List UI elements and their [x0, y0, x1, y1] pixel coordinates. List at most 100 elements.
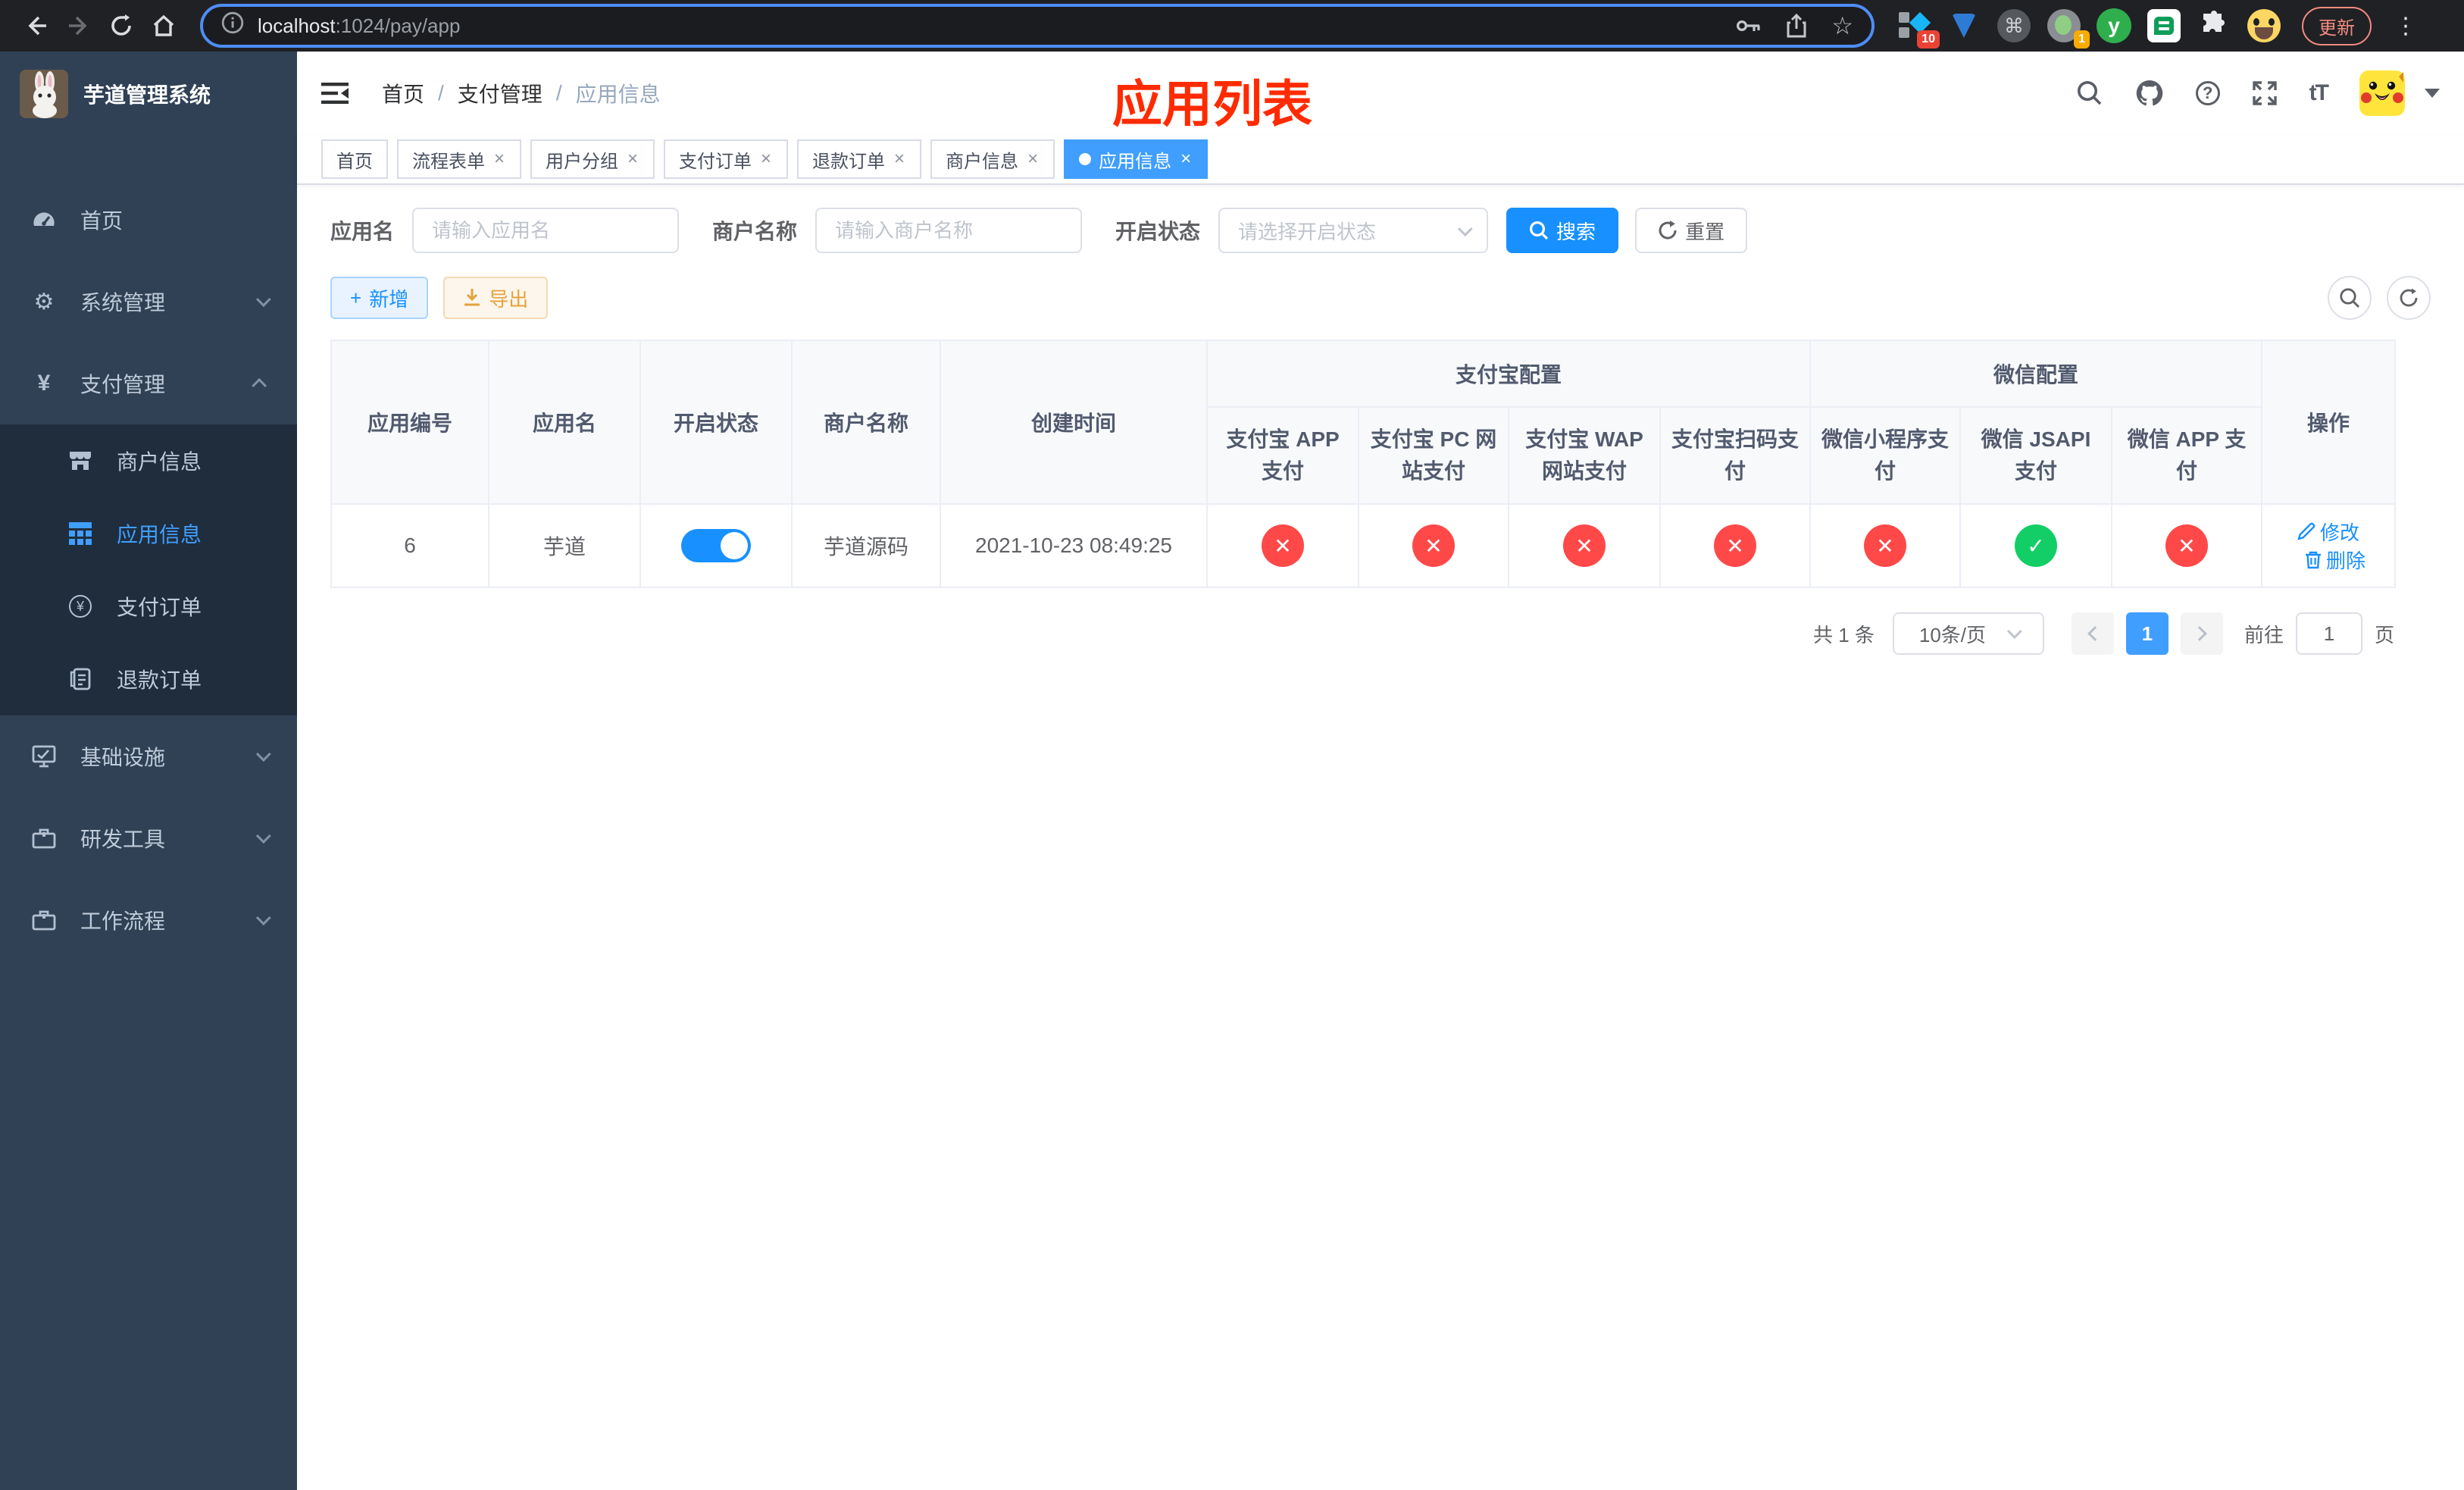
extension-diamond-icon[interactable]: 10 [1896, 8, 1940, 49]
tab-user-group[interactable]: 用户分组 × [530, 139, 655, 179]
breadcrumb-separator: / [555, 81, 562, 105]
dashboard-icon [30, 208, 58, 232]
reload-icon[interactable] [100, 5, 142, 47]
export-button[interactable]: 导出 [443, 277, 549, 319]
toolbar-right [2328, 276, 2431, 320]
search-button[interactable]: 搜索 [1506, 208, 1619, 253]
status-select-placeholder: 请选择开启状态 [1238, 220, 1377, 243]
screen: localhost:1024/pay/app ☆ 10 ⌘ 1 y 更新 ⋮ … [0, 0, 2464, 1490]
add-button-label: 新增 [369, 287, 409, 311]
tab-close-icon[interactable]: × [626, 150, 639, 168]
font-size-icon[interactable]: tT [2309, 80, 2329, 106]
tab-close-icon[interactable]: × [893, 150, 906, 168]
sidebar-item-dev-tools[interactable]: 研发工具 [0, 797, 297, 879]
goto-page-input[interactable] [2295, 612, 2362, 655]
store-icon [67, 450, 94, 471]
sidebar-fold-icon[interactable] [321, 81, 349, 105]
breadcrumb-payment[interactable]: 支付管理 [458, 78, 543, 108]
extension-chat-icon[interactable] [2146, 8, 2182, 44]
merchant-name-input[interactable] [815, 208, 1083, 253]
chevron-down-icon [2006, 624, 2022, 640]
sidebar-item-app-info[interactable]: 应用信息 [0, 497, 297, 570]
help-icon[interactable]: ? [2195, 81, 2220, 105]
toggle-knob [721, 532, 748, 559]
diamond-sq1 [1899, 12, 1909, 23]
col-ops: 操作 [2261, 340, 2397, 505]
avatar-caret-icon[interactable] [2425, 89, 2440, 98]
chevron-down-icon [255, 292, 271, 308]
next-page-button[interactable] [2180, 612, 2223, 655]
delete-link[interactable]: 删除 [2305, 546, 2366, 574]
col-wx-lite: 微信小程序支付 [1809, 406, 1962, 505]
tag-view-bar: 首页 流程表单 × 用户分组 × 支付订单 × 退款订单 × 商户信息 × 应用信息 × [297, 135, 2464, 185]
extension-emoji-icon[interactable] [2246, 8, 2282, 44]
tab-process-form[interactable]: 流程表单 × [397, 139, 522, 179]
edit-link[interactable]: 修改 [2297, 518, 2359, 546]
extension-gem-icon[interactable] [1946, 8, 1982, 44]
sidebar-item-label: 基础设施 [80, 746, 166, 769]
yudao-letter: y [2097, 8, 2131, 43]
sidebar-item-home[interactable]: 首页 [0, 179, 297, 261]
app-name-input[interactable] [412, 208, 680, 253]
page-info-icon[interactable] [221, 11, 244, 40]
extension-yudao-icon[interactable]: y [2096, 8, 2132, 44]
extensions-puzzle-icon[interactable] [2196, 8, 2232, 44]
github-icon[interactable] [2135, 79, 2164, 108]
filter-form: 应用名 商户名称 开启状态 请选择开启状态 搜索 重置 [330, 208, 2431, 253]
col-created: 创建时间 [940, 340, 1208, 505]
breadcrumb-home[interactable]: 首页 [382, 78, 424, 108]
sidebar-item-refund-orders[interactable]: 退款订单 [0, 643, 297, 715]
tab-close-icon[interactable]: × [492, 150, 506, 168]
fullscreen-icon[interactable] [2252, 80, 2278, 106]
cell-enabled [639, 503, 793, 588]
sidebar-item-workflow[interactable]: 工作流程 [0, 879, 297, 961]
tab-close-icon[interactable]: × [759, 150, 773, 168]
status-select[interactable]: 请选择开启状态 [1218, 208, 1489, 253]
cell-alipay-pc: ✕ [1358, 503, 1509, 588]
extension-recorder-icon[interactable]: 1 [2046, 8, 2090, 49]
group-col-wechat: 微信配置 [1809, 340, 2263, 408]
tab-pay-orders[interactable]: 支付订单 × [664, 139, 789, 179]
password-key-icon[interactable] [1736, 17, 1762, 35]
tab-close-icon[interactable]: × [1179, 150, 1193, 168]
bookmark-star-icon[interactable]: ☆ [1831, 14, 1853, 38]
forward-icon[interactable] [58, 5, 100, 47]
browser-menu-icon[interactable]: ⋮ [2394, 13, 2419, 39]
sidebar-item-pay-orders[interactable]: ¥ 支付订单 [0, 570, 297, 643]
prev-page-button[interactable] [2071, 612, 2114, 655]
sidebar-logo[interactable]: 芋道管理系统 [0, 52, 297, 136]
tab-refund-orders[interactable]: 退款订单 × [797, 139, 922, 179]
extension-command-icon[interactable]: ⌘ [1996, 8, 2032, 44]
col-alipay-app: 支付宝 APP 支付 [1206, 406, 1359, 505]
browser-update-button[interactable]: 更新 [2302, 6, 2372, 45]
search-icon[interactable] [2076, 80, 2103, 107]
tab-merchant-info[interactable]: 商户信息 × [930, 139, 1055, 179]
avatar[interactable] [2359, 70, 2405, 116]
search-icon [1530, 221, 1549, 240]
sidebar-item-system[interactable]: ⚙ 系统管理 [0, 261, 297, 343]
sidebar-item-infrastructure[interactable]: 基础设施 [0, 715, 297, 797]
reset-button[interactable]: 重置 [1635, 208, 1748, 253]
home-icon[interactable] [142, 5, 185, 47]
share-icon[interactable] [1786, 14, 1807, 38]
back-icon[interactable] [15, 5, 58, 47]
chevron-left-icon [2087, 626, 2103, 641]
payment-submenu: 商户信息 应用信息 ¥ 支付订单 退款订单 [0, 424, 297, 715]
tab-home[interactable]: 首页 [321, 139, 388, 179]
gem-shape [1952, 14, 1976, 38]
tab-close-icon[interactable]: × [1026, 150, 1040, 168]
sidebar-item-payment[interactable]: ¥ 支付管理 [0, 343, 297, 424]
add-button[interactable]: + 新增 [330, 277, 429, 319]
col-alipay-qr: 支付宝扫码支付 [1659, 406, 1812, 505]
page-size-select[interactable]: 10条/页 [1892, 612, 2044, 655]
current-page-button[interactable]: 1 [2125, 612, 2169, 655]
tab-app-info[interactable]: 应用信息 × [1064, 139, 1209, 179]
sidebar-item-merchant-info[interactable]: 商户信息 [0, 424, 297, 497]
toggle-search-button[interactable] [2328, 276, 2372, 320]
url-bar[interactable]: localhost:1024/pay/app ☆ [200, 4, 1875, 48]
enabled-toggle[interactable] [681, 529, 751, 562]
breadcrumb: 首页 / 支付管理 / 应用信息 [382, 78, 661, 108]
question-glyph: ? [2195, 81, 2220, 105]
tab-label: 流程表单 [412, 151, 485, 172]
refresh-table-button[interactable] [2387, 276, 2431, 320]
